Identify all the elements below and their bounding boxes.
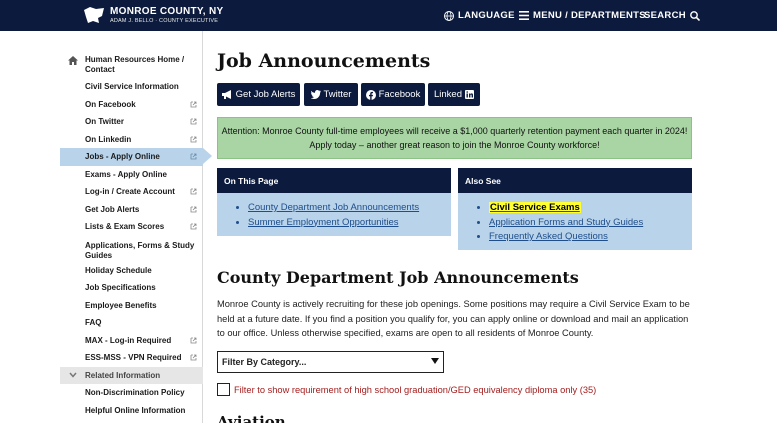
- sidebar-item-label: Holiday Schedule: [85, 265, 152, 275]
- facebook-button[interactable]: Facebook: [361, 83, 425, 106]
- sidebar-item-label: Exams - Apply Online: [85, 169, 167, 179]
- external-link-icon: [190, 206, 197, 212]
- highlighted-link-text: Civil Service Exams: [489, 202, 581, 213]
- button-label: Facebook: [378, 89, 421, 100]
- sidebar-item-login-create-account[interactable]: Log-in / Create Account: [60, 183, 203, 201]
- sidebar-item-label: On Facebook: [85, 99, 136, 109]
- external-link-icon: [190, 153, 197, 160]
- sidebar-item-non-discrimination[interactable]: Non-Discrimination Policy: [60, 384, 203, 402]
- menu-label: MENU / DEPARTMENTS: [533, 10, 646, 21]
- link-county-department-jobs[interactable]: County Department Job Announcements: [248, 201, 451, 216]
- home-icon: [68, 56, 78, 65]
- sidebar-item-exams-apply-online[interactable]: Exams - Apply Online: [60, 166, 203, 184]
- sidebar-item-label: MAX - Log-in Required: [85, 335, 172, 345]
- link-faq[interactable]: Frequently Asked Questions: [489, 230, 692, 245]
- ged-filter-checkbox[interactable]: [217, 383, 230, 396]
- get-job-alerts-button[interactable]: Get Job Alerts: [217, 83, 300, 106]
- sidebar-item-label: Jobs - Apply Online: [85, 152, 160, 162]
- sidebar-item-employee-benefits[interactable]: Employee Benefits: [60, 297, 203, 315]
- sidebar-item-ess-mss-vpn[interactable]: ESS-MSS - VPN Required: [60, 349, 203, 367]
- sidebar-item-label: On Twitter: [85, 117, 124, 127]
- external-link-icon: [190, 188, 197, 195]
- sidebar: Human Resources Home / Contact Civil Ser…: [60, 50, 212, 420]
- sidebar-item-get-job-alerts[interactable]: Get Job Alerts: [60, 201, 203, 219]
- sidebar-item-label: Job Specifications: [85, 283, 156, 293]
- sidebar-item-civil-service-info[interactable]: Civil Service Information: [60, 78, 203, 96]
- sidebar-item-label: Employee Benefits: [85, 300, 157, 310]
- menu-departments-button[interactable]: MENU / DEPARTMENTS: [519, 10, 646, 21]
- site-title[interactable]: MONROE COUNTY, NY: [110, 6, 223, 17]
- button-label: Get Job Alerts: [235, 89, 296, 100]
- search-label: SEARCH: [644, 10, 686, 21]
- category-heading-aviation: Aviation: [217, 413, 286, 423]
- external-link-icon: [190, 354, 197, 361]
- site-subtitle: ADAM J. BELLO · COUNTY EXECUTIVE: [110, 18, 219, 24]
- sidebar-item-lists-exam-scores[interactable]: Lists & Exam Scores: [60, 218, 203, 236]
- ged-filter-label[interactable]: Filter to show requirement of high schoo…: [234, 385, 596, 395]
- sidebar-item-max-login[interactable]: MAX - Log-in Required: [60, 332, 203, 350]
- external-link-icon: [190, 101, 197, 107]
- top-header: MONROE COUNTY, NY ADAM J. BELLO · COUNTY…: [0, 0, 777, 31]
- linkedin-icon: [465, 90, 474, 99]
- twitter-button[interactable]: Twitter: [304, 83, 358, 106]
- page-title: Job Announcements: [217, 50, 431, 72]
- sidebar-item-applications-forms[interactable]: Applications, Forms & Study Guides: [60, 236, 203, 262]
- sidebar-item-facebook[interactable]: On Facebook: [60, 96, 203, 114]
- language-label: LANGUAGE: [458, 10, 515, 21]
- hamburger-icon: [519, 11, 529, 20]
- external-link-icon: [190, 136, 197, 142]
- dropdown-arrow-icon: [431, 358, 439, 364]
- select-value: Filter By Category...: [222, 357, 307, 367]
- language-button[interactable]: LANGUAGE: [444, 10, 515, 21]
- facebook-icon: [365, 89, 376, 100]
- panel-heading: On This Page: [217, 168, 451, 193]
- sidebar-item-label: ESS-MSS - VPN Required: [85, 353, 182, 363]
- sidebar-item-label: FAQ: [85, 318, 102, 328]
- sidebar-item-label: Non-Discrimination Policy: [85, 388, 185, 398]
- megaphone-icon: [221, 90, 231, 99]
- link-summer-employment[interactable]: Summer Employment Opportunities: [248, 216, 451, 231]
- sidebar-item-helpful-info[interactable]: Helpful Online Information: [60, 402, 203, 420]
- sidebar-item-job-specifications[interactable]: Job Specifications: [60, 279, 203, 297]
- sidebar-item-label: Lists & Exam Scores: [85, 222, 165, 232]
- sidebar-item-linkedin[interactable]: On Linkedin: [60, 131, 203, 149]
- sidebar-item-label: Human Resources Home / Contact: [85, 55, 185, 74]
- button-label: Linked: [434, 89, 462, 100]
- retention-payment-alert: Attention: Monroe County full-time emplo…: [217, 117, 692, 159]
- sidebar-section-label: Related Information: [85, 370, 161, 380]
- sidebar-item-label: Civil Service Information: [85, 82, 179, 92]
- sidebar-item-label: Get Job Alerts: [85, 204, 140, 214]
- sidebar-item-twitter[interactable]: On Twitter: [60, 113, 203, 131]
- section-heading: County Department Job Announcements: [217, 268, 579, 287]
- search-button[interactable]: SEARCH: [644, 10, 700, 21]
- link-civil-service-exams[interactable]: Civil Service Exams: [489, 201, 692, 216]
- twitter-bird-icon: [310, 90, 321, 99]
- active-indicator-arrow: [203, 148, 212, 164]
- on-this-page-panel: On This Page County Department Job Annou…: [217, 168, 451, 236]
- link-application-forms[interactable]: Application Forms and Study Guides: [489, 216, 692, 231]
- sidebar-item-faq[interactable]: FAQ: [60, 314, 203, 332]
- panel-heading: Also See: [458, 168, 692, 193]
- external-link-icon: [190, 223, 197, 230]
- external-link-icon: [190, 118, 197, 125]
- also-see-panel: Also See Civil Service Exams Application…: [458, 168, 692, 250]
- sidebar-item-hr-home[interactable]: Human Resources Home / Contact: [60, 50, 203, 78]
- sidebar-item-jobs-apply-online[interactable]: Jobs - Apply Online: [60, 148, 212, 166]
- monroe-county-logo-icon[interactable]: [84, 7, 104, 24]
- sidebar-section-related-information[interactable]: Related Information: [60, 366, 203, 384]
- chevron-down-icon: [69, 372, 77, 378]
- button-label: Twitter: [323, 89, 352, 100]
- globe-icon: [444, 10, 454, 21]
- linkedin-button[interactable]: Linked: [428, 83, 480, 106]
- external-link-icon: [190, 337, 197, 343]
- sidebar-item-label: Log-in / Create Account: [85, 187, 175, 197]
- category-filter-select[interactable]: Filter By Category...: [217, 351, 444, 373]
- sidebar-item-holiday-schedule[interactable]: Holiday Schedule: [60, 262, 203, 280]
- search-icon: [690, 10, 700, 21]
- sidebar-item-label: Applications, Forms & Study Guides: [85, 240, 195, 260]
- recruiting-description: Monroe County is actively recruiting for…: [217, 299, 690, 338]
- sidebar-item-label: On Linkedin: [85, 134, 132, 144]
- sidebar-item-label: Helpful Online Information: [85, 405, 186, 415]
